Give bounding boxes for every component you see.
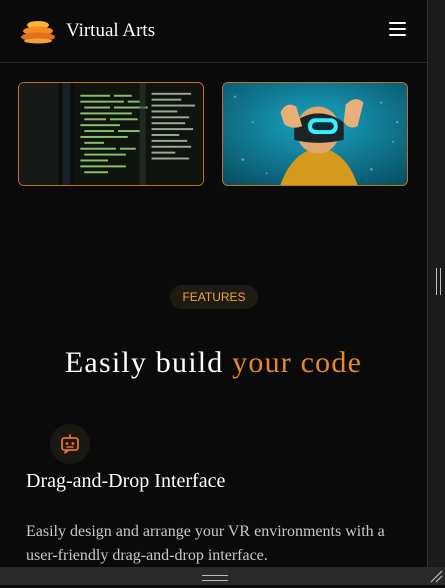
vr-headset-person-image bbox=[222, 82, 408, 186]
code-on-screen-image bbox=[18, 82, 204, 186]
vertical-scrollbar[interactable] bbox=[427, 0, 445, 585]
brand-name[interactable]: Virtual Arts bbox=[66, 20, 155, 42]
heading-plain: Easily build bbox=[64, 346, 233, 379]
site-header: Virtual Arts bbox=[0, 0, 427, 63]
page: Virtual Arts FEATURES Easily build your … bbox=[0, 0, 427, 567]
scrollbar-grip-icon[interactable] bbox=[436, 268, 441, 295]
layered-orange-disc-icon[interactable] bbox=[20, 20, 56, 44]
feature-description: Easily design and arrange your VR enviro… bbox=[26, 523, 385, 564]
section-heading: Easily build your code bbox=[0, 346, 427, 380]
features-badge: FEATURES bbox=[170, 285, 258, 309]
robot-icon bbox=[50, 424, 90, 464]
feature-title: Drag-and-Drop Interface bbox=[26, 470, 226, 492]
heading-accent: your code bbox=[232, 346, 363, 379]
corner-resize-icon[interactable] bbox=[429, 569, 443, 583]
resize-grip-icon[interactable] bbox=[202, 575, 228, 581]
hamburger-menu-icon[interactable] bbox=[386, 18, 410, 40]
